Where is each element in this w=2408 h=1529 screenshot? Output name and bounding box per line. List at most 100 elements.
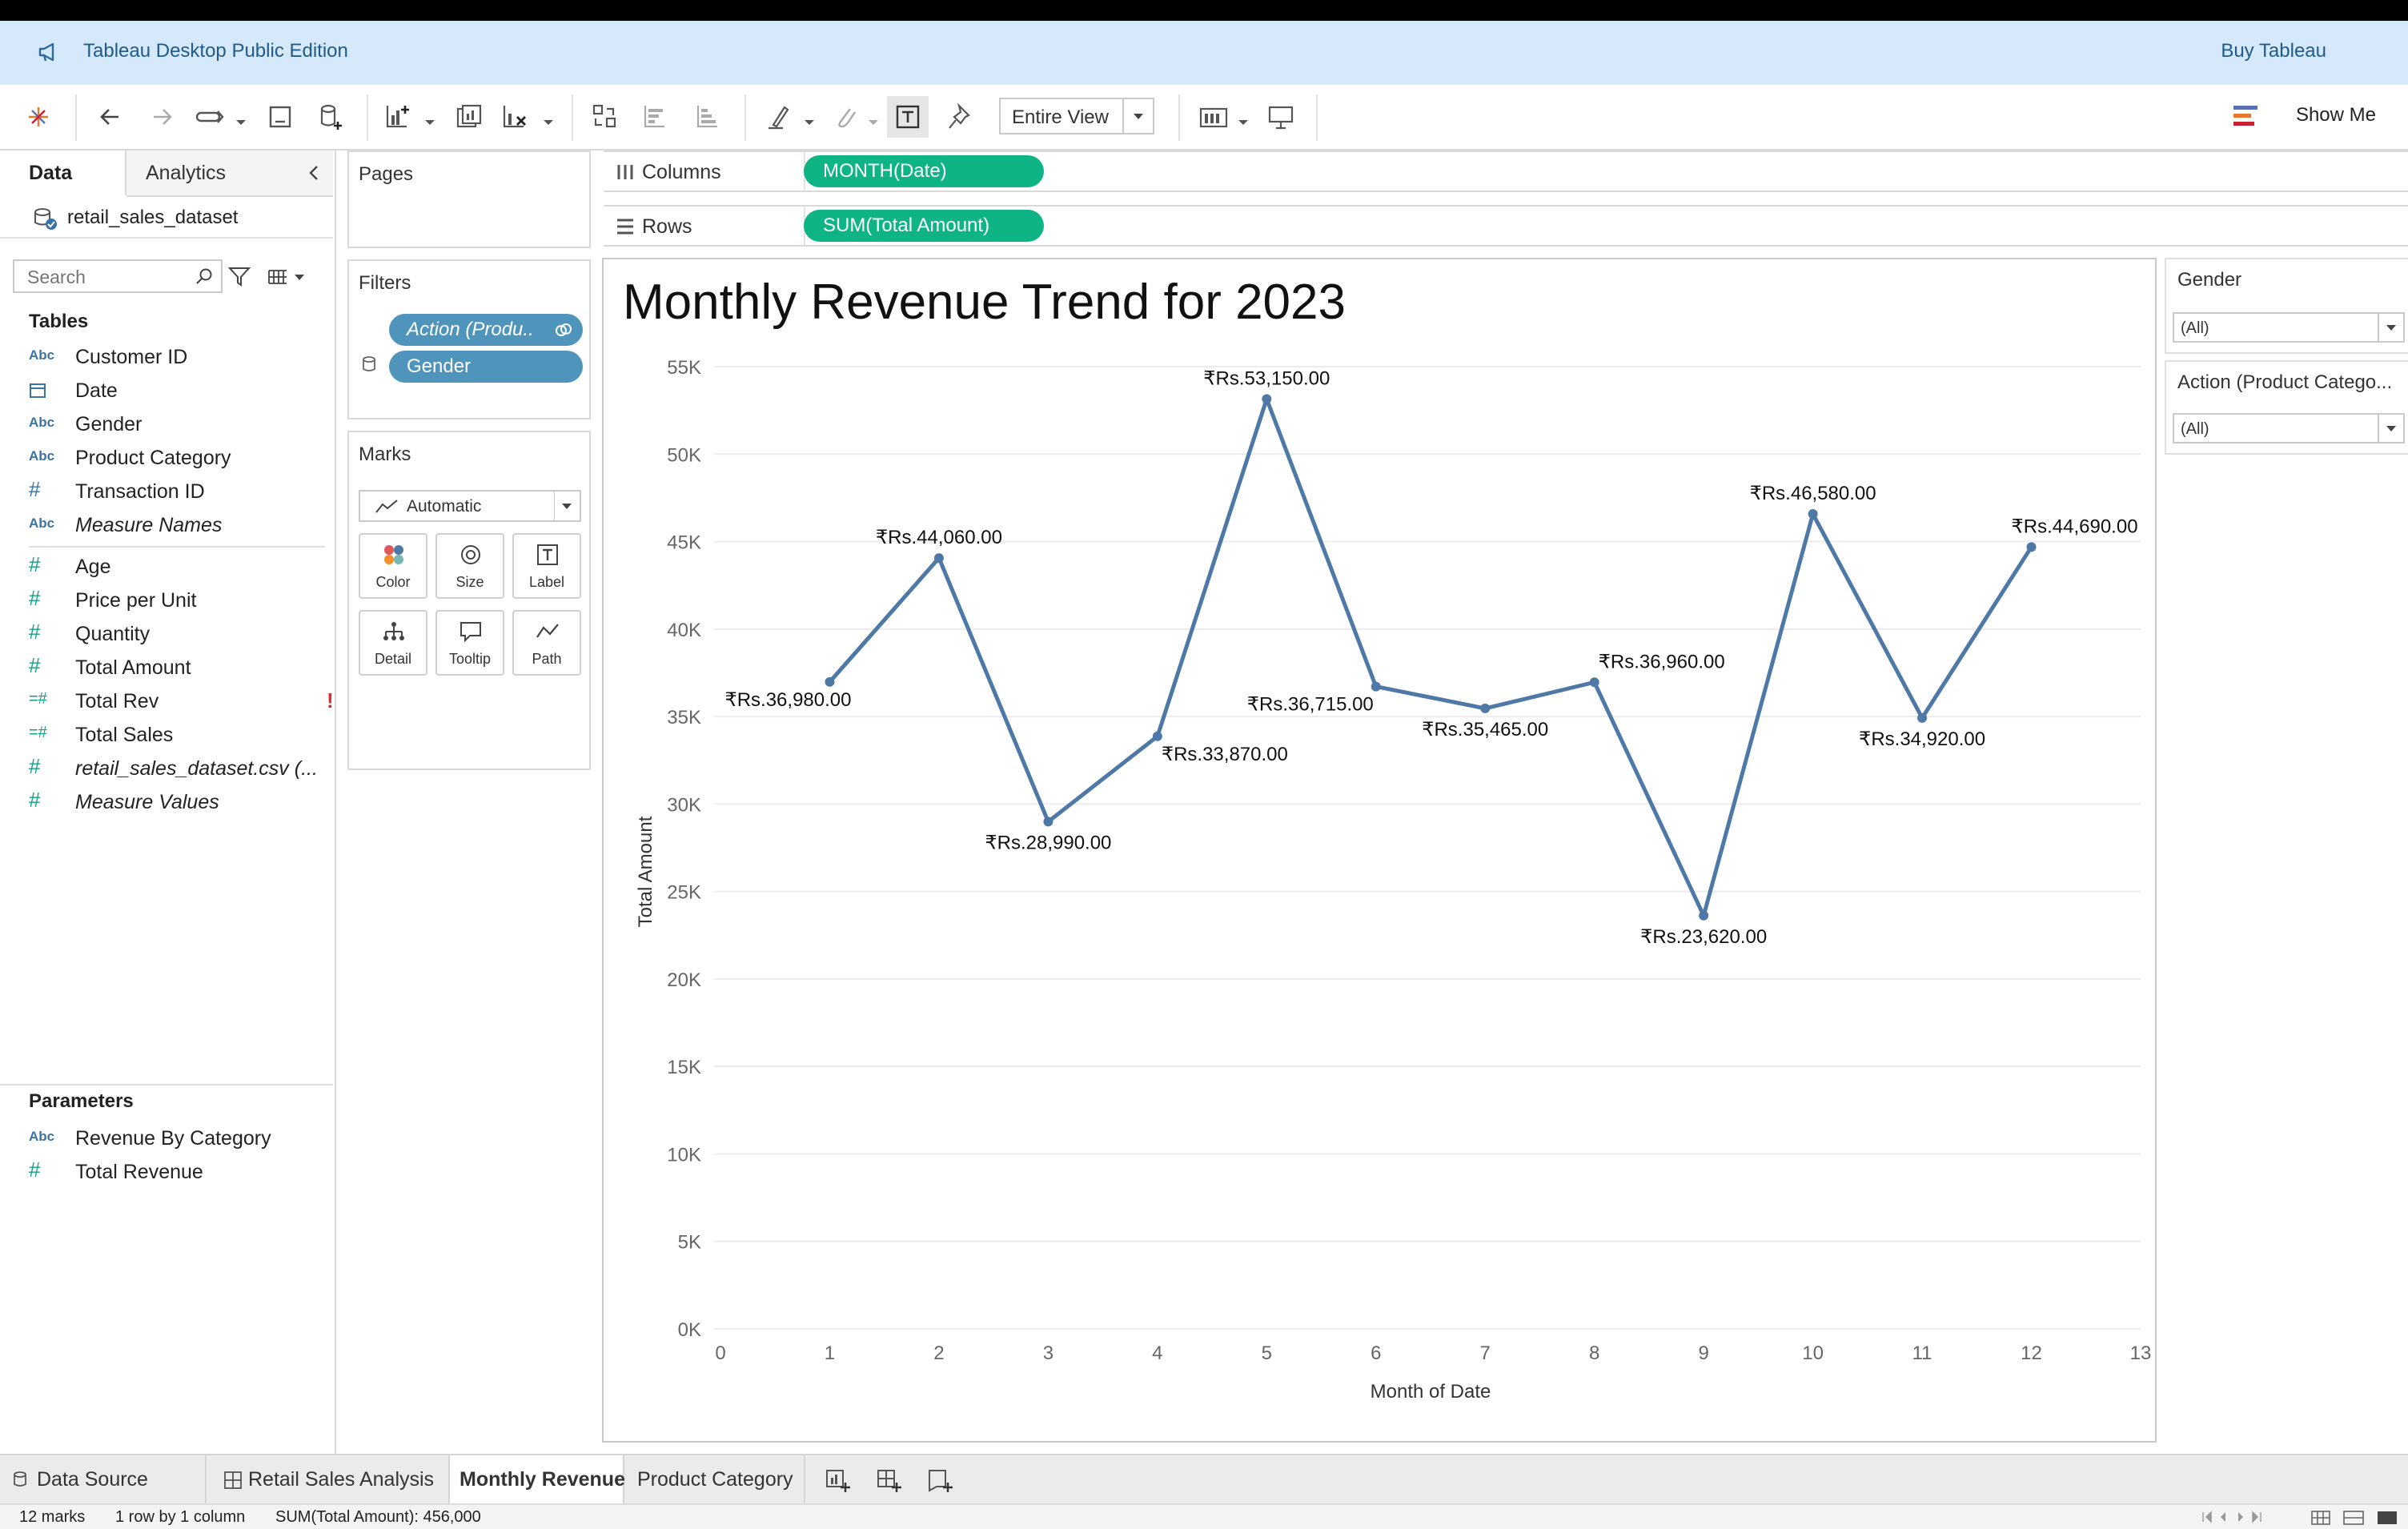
field-item[interactable]: Abc Gender xyxy=(29,408,325,440)
undo-icon[interactable] xyxy=(94,101,126,133)
chevron-down-icon[interactable] xyxy=(865,101,882,133)
sheet-navigation-icon[interactable] xyxy=(2200,1510,2264,1524)
labels-icon[interactable] xyxy=(887,96,929,138)
tab-data-source[interactable]: Data Source xyxy=(0,1455,207,1503)
size-button[interactable]: Size xyxy=(435,533,504,599)
data-point[interactable] xyxy=(1917,712,1928,723)
number-type-icon: # xyxy=(29,1158,41,1182)
field-item[interactable]: Date xyxy=(29,375,325,407)
field-item[interactable]: # Total Amount xyxy=(29,652,325,684)
filter-pill-gender[interactable]: Gender xyxy=(389,351,583,383)
chart-view[interactable]: Monthly Revenue Trend for 2023 0K 5K 10K 15… xyxy=(602,258,2157,1443)
data-point[interactable] xyxy=(825,676,835,687)
field-item[interactable]: # Price per Unit xyxy=(29,584,325,616)
field-item[interactable]: =# Total Rev! xyxy=(29,685,334,717)
data-point[interactable] xyxy=(1808,509,1818,520)
gender-filter-toggle[interactable] xyxy=(2378,314,2403,341)
swap-icon[interactable] xyxy=(589,101,621,133)
filter-pill-action[interactable]: Action (Produ.. xyxy=(389,314,583,346)
chevron-down-icon[interactable] xyxy=(232,101,250,133)
show-cards-icon[interactable] xyxy=(1198,101,1230,133)
filters-card[interactable]: Filters Action (Produ.. Gender xyxy=(347,259,591,419)
rows-pill[interactable]: SUM(Total Amount) xyxy=(804,210,1044,242)
search-input[interactable] xyxy=(14,261,197,293)
data-point[interactable] xyxy=(1152,731,1162,741)
mark-type-dropdown[interactable]: Automatic xyxy=(359,490,581,522)
field-item[interactable]: =# Total Sales xyxy=(29,719,325,751)
tab-analytics[interactable]: Analytics xyxy=(126,150,333,197)
field-search[interactable] xyxy=(13,259,223,293)
pages-card[interactable]: Pages xyxy=(347,150,591,248)
fit-dropdown[interactable]: Entire View xyxy=(999,98,1154,134)
string-type-icon: Abc xyxy=(29,347,55,363)
field-item[interactable]: # Quantity xyxy=(29,618,325,650)
rows-shelf[interactable]: Rows SUM(Total Amount) xyxy=(604,205,2408,247)
tab-retail-sales-analysis[interactable]: Retail Sales Analysis xyxy=(219,1455,448,1503)
datasource-row[interactable]: retail_sales_dataset xyxy=(0,195,333,239)
new-worksheet-icon[interactable] xyxy=(825,1467,852,1494)
redo-icon[interactable] xyxy=(146,101,178,133)
detail-button[interactable]: Detail xyxy=(359,610,427,676)
data-point[interactable] xyxy=(1699,910,1709,921)
buy-tableau-link[interactable]: Buy Tableau xyxy=(2221,40,2326,62)
duplicate-sheet-icon[interactable] xyxy=(453,101,485,133)
field-item[interactable]: # Age xyxy=(29,551,325,583)
data-point[interactable] xyxy=(1262,394,1272,404)
tab-monthly-revenue[interactable]: Monthly Revenue xyxy=(448,1455,625,1503)
action-filter-card[interactable]: Action (Product Catego... (All) xyxy=(2165,360,2408,455)
new-dashboard-icon[interactable] xyxy=(876,1467,903,1494)
chevron-down-icon[interactable] xyxy=(540,101,557,133)
new-story-icon[interactable] xyxy=(927,1467,954,1494)
sort-descending-icon[interactable] xyxy=(692,101,724,133)
chevron-down-icon[interactable] xyxy=(421,101,439,133)
save-icon[interactable] xyxy=(264,101,296,133)
sheet-view-toggle-icon[interactable] xyxy=(2310,1510,2400,1526)
data-point[interactable] xyxy=(933,553,944,564)
tooltip-button[interactable]: Tooltip xyxy=(435,610,504,676)
group-icon[interactable] xyxy=(829,101,861,133)
presentation-icon[interactable] xyxy=(1265,101,1297,133)
field-item[interactable]: # Total Revenue xyxy=(29,1156,325,1188)
tab-product-category[interactable]: Product Category xyxy=(626,1455,805,1503)
view-options-icon[interactable] xyxy=(267,267,307,287)
field-item[interactable]: # Transaction ID xyxy=(29,476,325,508)
highlight-icon[interactable] xyxy=(764,101,796,133)
chevron-down-icon[interactable] xyxy=(1234,101,1252,133)
data-point[interactable] xyxy=(1589,677,1599,688)
line-chart[interactable]: 0K5K10K15K20K25K30K35K40K45K50K55K0 1 2 3 4 5… xyxy=(604,259,2155,1441)
field-item[interactable]: Abc Product Category xyxy=(29,442,325,474)
new-datasource-icon[interactable] xyxy=(314,101,346,133)
action-filter-select[interactable]: (All) xyxy=(2173,413,2405,443)
field-item[interactable]: # Measure Values xyxy=(29,786,325,818)
data-point[interactable] xyxy=(1480,703,1491,713)
collapse-pane-icon[interactable] xyxy=(306,163,322,183)
label-button[interactable]: Label xyxy=(512,533,581,599)
fit-dropdown-toggle[interactable] xyxy=(1122,99,1153,133)
clear-sheet-icon[interactable] xyxy=(500,101,532,133)
chevron-down-icon[interactable] xyxy=(801,101,818,133)
pin-axes-icon[interactable] xyxy=(945,101,977,133)
new-worksheet-icon[interactable] xyxy=(383,101,415,133)
action-filter-toggle[interactable] xyxy=(2378,415,2403,442)
field-item[interactable]: Abc Customer ID xyxy=(29,341,325,373)
data-point[interactable] xyxy=(1371,681,1381,692)
gender-filter-card[interactable]: Gender (All) xyxy=(2165,258,2408,354)
show-me-icon[interactable] xyxy=(2233,104,2261,128)
tableau-logo-icon[interactable] xyxy=(22,101,54,133)
path-button[interactable]: Path xyxy=(512,610,581,676)
tab-data[interactable]: Data xyxy=(0,150,126,195)
marks-card[interactable]: Marks Automatic Color Size Label Detail … xyxy=(347,431,591,770)
color-button[interactable]: Color xyxy=(359,533,427,599)
data-point[interactable] xyxy=(2026,542,2037,552)
columns-shelf[interactable]: Columns MONTH(Date) xyxy=(604,150,2408,192)
columns-pill[interactable]: MONTH(Date) xyxy=(804,155,1044,187)
replay-icon[interactable] xyxy=(194,101,226,133)
field-item[interactable]: Abc Measure Names xyxy=(29,509,325,541)
gender-filter-select[interactable]: (All) xyxy=(2173,312,2405,343)
field-item[interactable]: # retail_sales_dataset.csv (... xyxy=(29,752,325,785)
show-me-button[interactable]: Show Me xyxy=(2296,104,2376,126)
sort-ascending-icon[interactable] xyxy=(639,101,671,133)
filter-icon[interactable] xyxy=(227,264,251,288)
field-item[interactable]: Abc Revenue By Category xyxy=(29,1122,325,1154)
data-point[interactable] xyxy=(1043,817,1054,827)
